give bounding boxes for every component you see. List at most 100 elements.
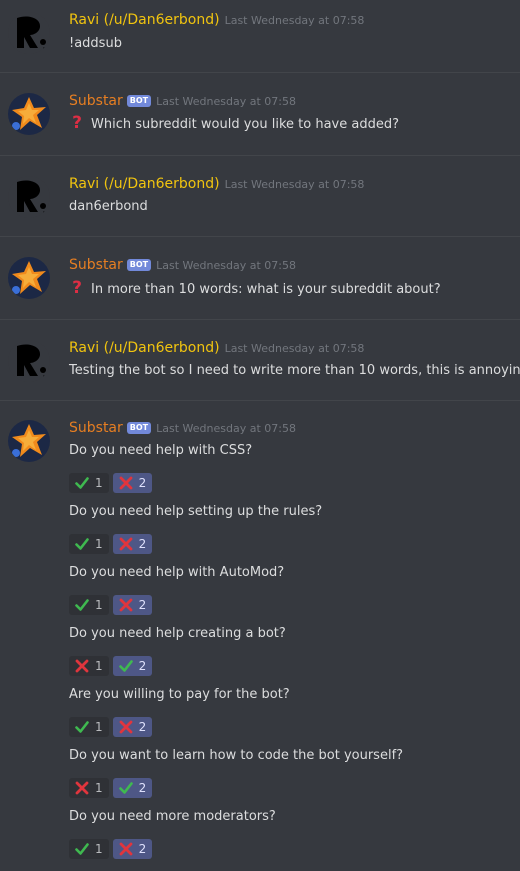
message-text: dan6erbond — [69, 199, 148, 214]
substar-avatar[interactable] — [8, 93, 50, 135]
ravi-avatar[interactable] — [8, 176, 50, 218]
cross-icon — [75, 781, 89, 795]
question-text: Are you willing to pay for the bot? — [69, 687, 290, 702]
reaction-cross[interactable]: 1 — [69, 778, 109, 798]
message-divider — [0, 155, 520, 156]
cross-icon — [75, 659, 89, 673]
substar-avatar[interactable] — [8, 257, 50, 299]
message-substar-1: Substar BOT Last Wednesday at 07:58 ? Whi… — [0, 93, 520, 143]
question-text: Do you need help setting up the rules? — [69, 504, 323, 519]
message-content: ? In more than 10 words: what is your sub… — [69, 279, 441, 299]
ravi-avatar-icon — [8, 176, 50, 218]
message-text: !addsub — [69, 36, 122, 51]
author-name[interactable]: Substar — [69, 420, 123, 436]
check-icon — [75, 477, 89, 489]
ravi-avatar-icon — [8, 340, 50, 382]
cross-icon — [119, 720, 133, 734]
reaction-bar: 12 — [69, 473, 153, 493]
reaction-cross[interactable]: 2 — [112, 839, 153, 859]
message-substar-2: Substar BOT Last Wednesday at 07:58 ? In … — [0, 257, 520, 307]
reaction-bar: 12 — [69, 656, 153, 676]
reaction-cross[interactable]: 2 — [112, 534, 153, 554]
timestamp: Last Wednesday at 07:58 — [156, 259, 296, 272]
reaction-count: 1 — [95, 598, 103, 612]
bot-tag: BOT — [126, 95, 152, 107]
check-icon — [118, 782, 133, 794]
check-icon — [118, 660, 133, 672]
bot-tag: BOT — [126, 259, 152, 271]
reaction-check[interactable]: 1 — [69, 839, 109, 859]
question-text: Do you need help creating a bot? — [69, 626, 286, 641]
message-text: Which subreddit would you like to have a… — [91, 117, 399, 132]
author-name[interactable]: Ravi (/u/Dan6erbond) — [69, 176, 220, 192]
ravi-avatar[interactable] — [8, 12, 50, 54]
timestamp: Last Wednesday at 07:58 — [156, 422, 296, 435]
message-text: Testing the bot so I need to write more … — [69, 363, 520, 378]
reaction-count: 1 — [95, 659, 103, 673]
question-text: Do you need help with AutoMod? — [69, 565, 285, 580]
check-icon — [75, 843, 89, 855]
bot-tag: BOT — [126, 422, 152, 434]
reaction-count: 2 — [138, 842, 147, 856]
question-mark-icon: ? — [72, 278, 82, 298]
reaction-bar: 12 — [69, 595, 153, 615]
message-content: ? Which subreddit would you like to have … — [69, 114, 399, 134]
reaction-count: 2 — [138, 537, 147, 551]
author-name[interactable]: Ravi (/u/Dan6erbond) — [69, 340, 220, 356]
reaction-count: 2 — [138, 720, 147, 734]
reaction-check[interactable]: 1 — [69, 473, 109, 493]
reaction-bar: 12 — [69, 717, 153, 737]
substar-avatar-icon — [8, 93, 50, 135]
author-name[interactable]: Substar — [69, 93, 123, 109]
message-ravi-2: Ravi (/u/Dan6erbond) Last Wednesday at 0… — [0, 176, 520, 226]
reaction-count: 2 — [138, 781, 147, 795]
reaction-bar: 12 — [69, 839, 153, 859]
ravi-avatar-icon — [8, 12, 50, 54]
message-ravi-3: Ravi (/u/Dan6erbond) Last Wednesday at 0… — [0, 340, 520, 390]
message-divider — [0, 72, 520, 73]
question-text: Do you need more moderators? — [69, 809, 276, 824]
reaction-count: 2 — [138, 598, 147, 612]
reaction-check[interactable]: 1 — [69, 595, 109, 615]
reaction-count: 1 — [95, 476, 103, 490]
check-icon — [75, 538, 89, 550]
message-divider — [0, 400, 520, 401]
reaction-check[interactable]: 1 — [69, 534, 109, 554]
reaction-check[interactable]: 1 — [69, 717, 109, 737]
substar-avatar-icon — [8, 257, 50, 299]
reaction-cross[interactable]: 2 — [112, 473, 153, 493]
cross-icon — [119, 476, 133, 490]
author-name[interactable]: Substar — [69, 257, 123, 273]
substar-avatar[interactable] — [8, 420, 50, 462]
ravi-avatar[interactable] — [8, 340, 50, 382]
reaction-count: 1 — [95, 537, 103, 551]
reaction-count: 2 — [138, 476, 147, 490]
reaction-bar: 12 — [69, 534, 153, 554]
message-divider — [0, 319, 520, 320]
reaction-check[interactable]: 2 — [112, 778, 153, 798]
message-divider — [0, 236, 520, 237]
reaction-count: 1 — [95, 842, 103, 856]
timestamp: Last Wednesday at 07:58 — [224, 178, 365, 191]
reaction-cross[interactable]: 2 — [112, 595, 153, 615]
reaction-bar: 12 — [69, 778, 153, 798]
timestamp: Last Wednesday at 07:58 — [224, 14, 365, 27]
reaction-check[interactable]: 2 — [112, 656, 153, 676]
reaction-cross[interactable]: 2 — [112, 717, 153, 737]
message-ravi-1: Ravi (/u/Dan6erbond) Last Wednesday at 0… — [0, 12, 520, 62]
check-icon — [75, 721, 89, 733]
substar-avatar-icon — [8, 420, 50, 462]
message-text: In more than 10 words: what is your subr… — [91, 282, 441, 297]
cross-icon — [119, 842, 133, 856]
timestamp: Last Wednesday at 07:58 — [224, 342, 365, 355]
author-name[interactable]: Ravi (/u/Dan6erbond) — [69, 12, 220, 28]
reaction-count: 2 — [138, 659, 147, 673]
question-text: Do you want to learn how to code the bot… — [69, 748, 404, 763]
reaction-cross[interactable]: 1 — [69, 656, 109, 676]
question-text: Do you need help with CSS? — [69, 443, 253, 458]
cross-icon — [119, 598, 133, 612]
reaction-count: 1 — [95, 781, 103, 795]
cross-icon — [119, 537, 133, 551]
reaction-count: 1 — [95, 720, 103, 734]
timestamp: Last Wednesday at 07:58 — [156, 95, 296, 108]
